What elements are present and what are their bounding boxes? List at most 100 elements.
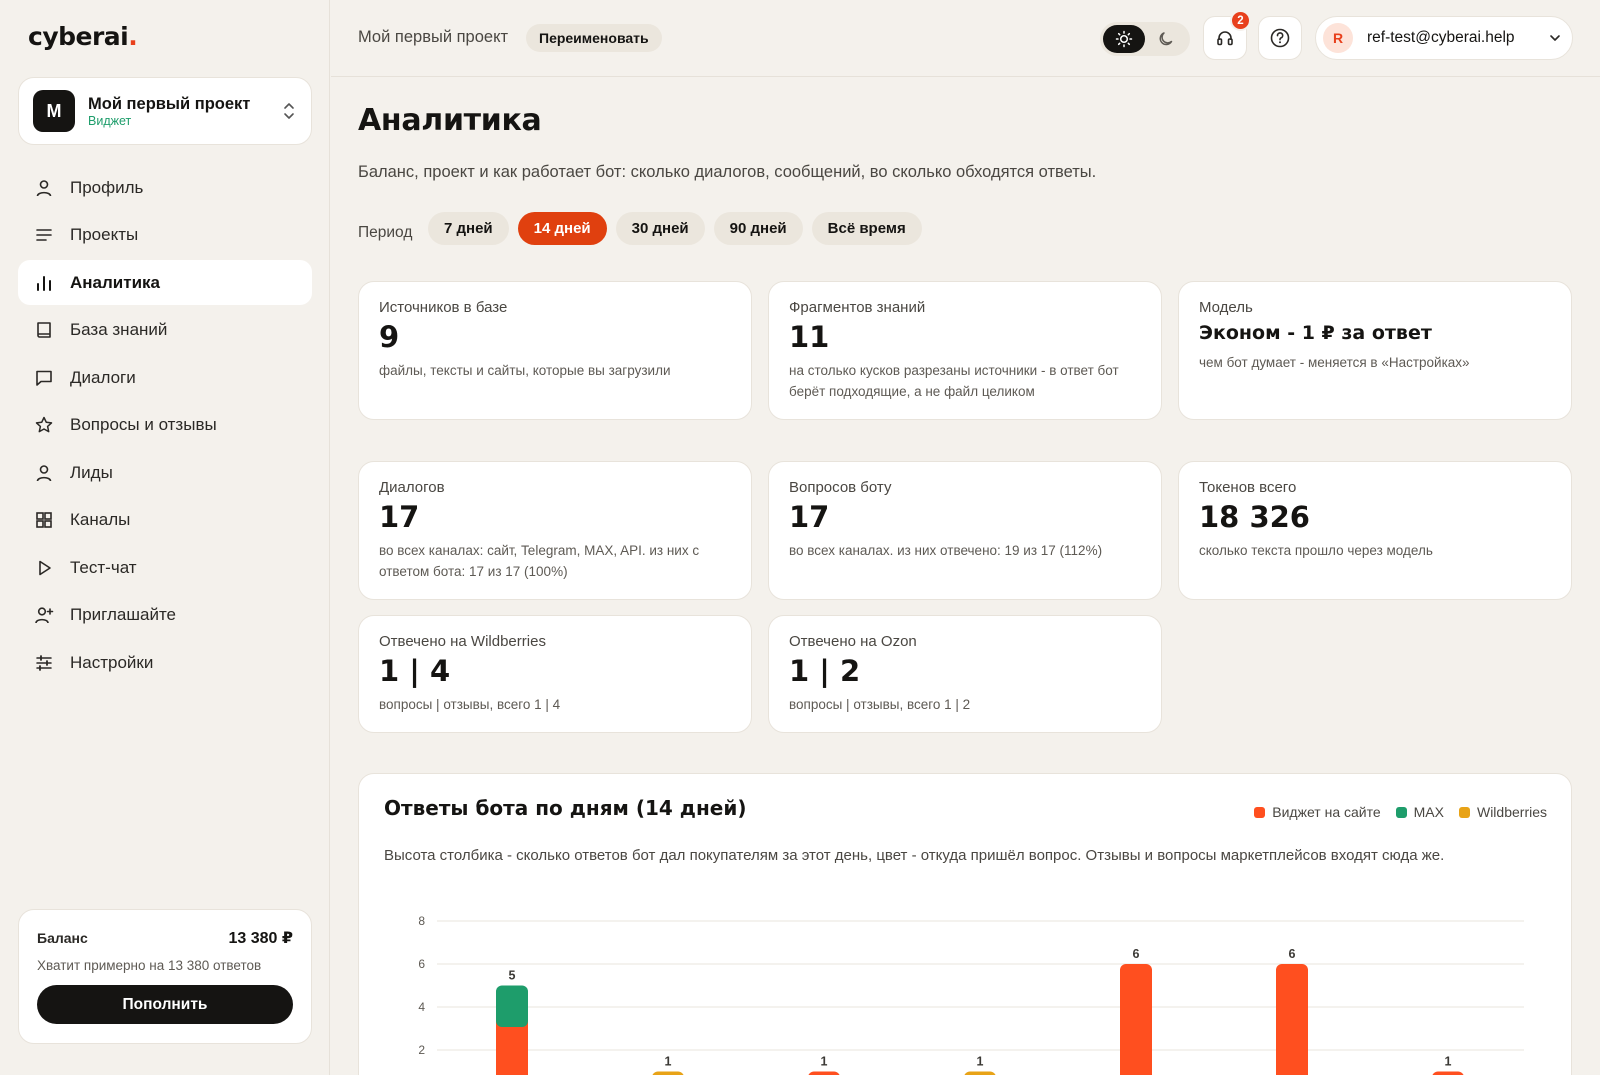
dark-theme-option[interactable]: [1145, 25, 1187, 53]
moon-icon: [1159, 32, 1173, 46]
legend-label: Wildberries: [1476, 804, 1547, 820]
sidebar-item-projects[interactable]: Проекты: [18, 213, 312, 258]
sidebar-item-invite[interactable]: Приглашайте: [18, 593, 312, 638]
sidebar-item-label: Профиль: [70, 177, 144, 197]
balance-card: Баланс 13 380 ₽ Хватит примерно на 13 38…: [18, 909, 312, 1044]
legend-swatch: [1458, 806, 1470, 818]
chevron-down-icon: [1550, 35, 1560, 41]
bar-value-label: 6: [1133, 947, 1140, 961]
legend-label: Виджет на сайте: [1272, 804, 1381, 820]
bar-value-label: 1: [821, 1055, 828, 1069]
y-tick-label: 6: [418, 957, 425, 971]
card-label: Источников в базе: [379, 299, 508, 316]
sidebar-item-analytics[interactable]: Аналитика: [18, 260, 312, 305]
chart-description: Высота столбика - сколько ответов бот да…: [384, 847, 1445, 864]
card-value: 9: [379, 320, 400, 354]
page-title: Аналитика: [358, 103, 542, 138]
legend-label: MAX: [1413, 804, 1444, 820]
person-icon: [34, 463, 54, 483]
sidebar-item-label: Лиды: [70, 462, 113, 482]
sidebar-item-label: Проекты: [70, 225, 139, 244]
card-value: 17: [789, 500, 830, 534]
chart-bar-segment: [652, 1071, 684, 1075]
topup-button[interactable]: Пополнить: [37, 985, 293, 1024]
chart-legend: Виджет на сайте MAX Wildberries: [1254, 804, 1547, 820]
light-theme-option[interactable]: [1103, 25, 1145, 53]
bar-chart-icon: [34, 273, 54, 293]
period-90-days[interactable]: 90 дней: [713, 212, 803, 245]
sidebar-nav: Профиль Проекты Аналитика База знаний Ди…: [18, 165, 312, 688]
card-value: 1 | 4: [379, 654, 451, 688]
period-label: Период: [358, 224, 413, 241]
avatar: R: [1323, 23, 1353, 53]
chart-bar-segment: [1120, 964, 1152, 1075]
card-value: Эконом - 1 ₽ за ответ: [1199, 322, 1432, 344]
card-label: Вопросов боту: [789, 479, 892, 496]
play-icon: [34, 558, 54, 578]
support-button[interactable]: 2: [1203, 10, 1251, 60]
sidebar-item-questions-reviews[interactable]: Вопросы и отзывы: [18, 403, 312, 448]
period-selector: 7 дней 14 дней 30 дней 90 дней Всё время: [428, 212, 922, 245]
project-type: Виджет: [88, 113, 132, 128]
card-value: 17: [379, 500, 420, 534]
y-tick-label: 4: [418, 1000, 425, 1014]
card-label: Токенов всего: [1199, 479, 1297, 496]
sidebar-item-leads[interactable]: Лиды: [18, 450, 312, 495]
topbar: Мой первый проект Переименовать 2 R ref-…: [331, 0, 1600, 77]
card-label: Отвечено на Wildberries: [379, 633, 546, 650]
chart-bar-segment: [496, 985, 528, 1027]
sidebar-item-profile[interactable]: Профиль: [18, 165, 312, 210]
card-value: 18 326: [1199, 500, 1310, 534]
card-hint: файлы, тексты и сайты, которые вы загруз…: [379, 363, 671, 378]
sidebar-item-test-chat[interactable]: Тест-чат: [18, 545, 312, 590]
card-value: 1 | 2: [789, 654, 861, 688]
topbar-project-name: Мой первый проект: [358, 28, 509, 46]
card-hint: во всех каналах: сайт, Telegram, MAX, AP…: [379, 543, 700, 579]
sidebar-item-knowledge-base[interactable]: База знаний: [18, 308, 312, 353]
sidebar-item-dialogs[interactable]: Диалоги: [18, 355, 312, 400]
balance-label: Баланс: [37, 930, 88, 946]
chart-bar-segment: [1432, 1071, 1464, 1075]
theme-toggle[interactable]: [1100, 22, 1190, 56]
card-value: 11: [789, 320, 830, 354]
legend-item-widget: Виджет на сайте: [1254, 804, 1381, 820]
sliders-icon: [34, 653, 54, 673]
period-14-days[interactable]: 14 дней: [517, 212, 607, 245]
period-7-days[interactable]: 7 дней: [428, 212, 509, 245]
help-button[interactable]: [1258, 16, 1302, 60]
card-hint: на столько кусков разрезаны источники - …: [789, 363, 1119, 399]
stat-card-wildberries: Отвечено на Wildberries 1 | 4 вопросы | …: [358, 615, 752, 733]
list-icon: [34, 225, 54, 245]
sidebar-item-channels[interactable]: Каналы: [18, 498, 312, 543]
y-tick-label: 8: [418, 914, 425, 928]
period-all-time[interactable]: Всё время: [811, 212, 922, 245]
balance-value: 13 380 ₽: [228, 930, 293, 947]
logo[interactable]: cyberai.: [28, 22, 138, 51]
headphones-icon: [1217, 31, 1233, 46]
stat-card-fragments: Фрагментов знаний 11 на столько кусков р…: [768, 281, 1162, 420]
card-label: Фрагментов знаний: [789, 299, 926, 316]
project-name: Мой первый проект: [88, 94, 251, 113]
bar-value-label: 6: [1289, 947, 1296, 961]
user-plus-icon: [34, 605, 54, 625]
card-hint: вопросы | отзывы, всего 1 | 4: [379, 697, 561, 712]
sidebar-item-label: Настройки: [70, 652, 154, 672]
period-30-days[interactable]: 30 дней: [615, 212, 705, 245]
rename-button[interactable]: Переименовать: [526, 24, 662, 52]
grid-icon: [34, 510, 54, 530]
card-label: Отвечено на Ozon: [789, 633, 917, 650]
legend-item-max: MAX: [1395, 804, 1444, 820]
card-label: Диалогов: [379, 479, 445, 496]
chart-bar-segment: [1276, 964, 1308, 1075]
stat-card-ozon: Отвечено на Ozon 1 | 2 вопросы | отзывы,…: [768, 615, 1162, 733]
legend-swatch: [1254, 806, 1266, 818]
chart-title: Ответы бота по дням (14 дней): [384, 796, 747, 820]
bar-value-label: 1: [977, 1055, 984, 1069]
user-menu[interactable]: R ref-test@cyberai.help: [1315, 16, 1573, 60]
project-avatar: M: [33, 90, 75, 132]
sidebar-item-label: Аналитика: [70, 272, 160, 292]
project-switcher[interactable]: M Мой первый проект Виджет: [18, 77, 312, 145]
star-icon: [34, 415, 54, 435]
y-tick-label: 2: [418, 1043, 425, 1057]
sidebar-item-settings[interactable]: Настройки: [18, 640, 312, 685]
